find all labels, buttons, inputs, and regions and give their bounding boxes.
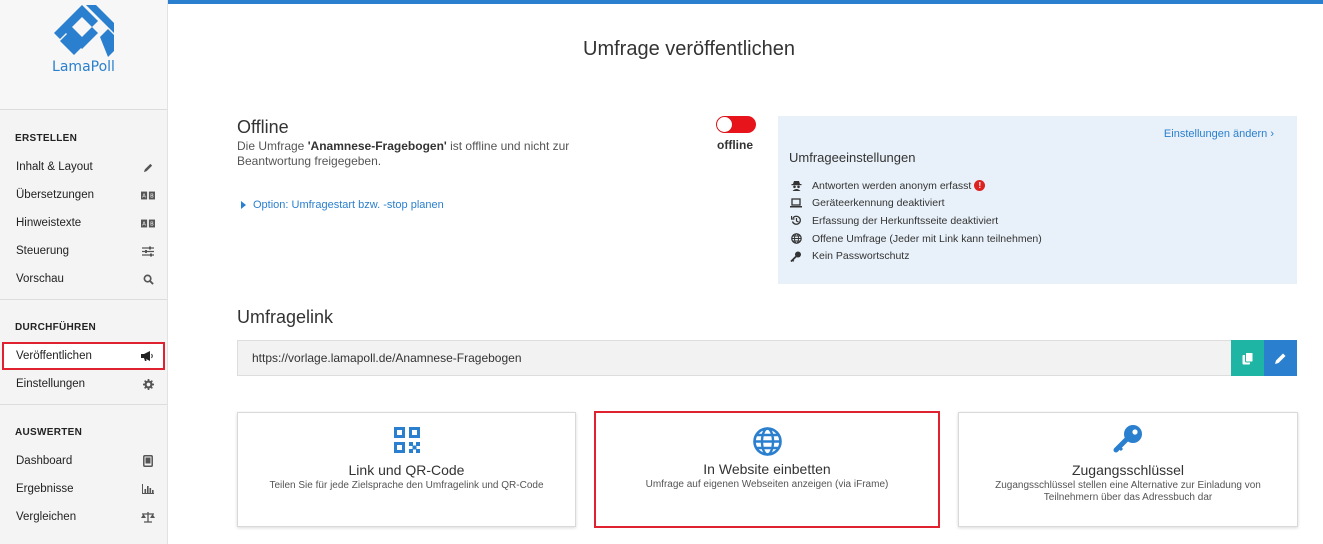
qr-code-icon: [393, 427, 420, 453]
logo-text: LamaPoll: [52, 59, 115, 75]
warning-icon: !: [974, 180, 986, 192]
tablet-icon: [141, 454, 155, 468]
pencil-icon: [1275, 353, 1286, 364]
status-description: Die Umfrage 'Anamnese-Fragebogen' ist of…: [237, 139, 617, 169]
sidebar-item-steuerung[interactable]: Steuerung: [0, 237, 167, 265]
survey-settings-panel: Einstellungen ändern › Umfrageeinstellun…: [778, 116, 1297, 284]
sidebar-item-label: Vergleichen: [16, 511, 77, 523]
change-settings-link[interactable]: Einstellungen ändern ›: [1164, 128, 1274, 140]
history-icon: [789, 215, 803, 226]
copy-link-button[interactable]: [1231, 340, 1264, 376]
page-title: Umfrage veröffentlichen: [168, 38, 1323, 61]
card-link-qr-code[interactable]: Link und QR-Code Teilen Sie für jede Zie…: [237, 412, 576, 527]
section-title-auswerten: AUSWERTEN: [15, 427, 83, 438]
card-subtitle: Zugangsschlüssel stellen eine Alternativ…: [995, 480, 1261, 503]
settings-item: Offene Umfrage (Jeder mit Link kann teil…: [789, 230, 1042, 248]
key-icon: [1113, 425, 1142, 453]
sidebar-item-label: Inhalt & Layout: [16, 161, 93, 173]
card-title: Zugangsschlüssel: [1071, 462, 1185, 478]
card-access-keys[interactable]: Zugangsschlüssel Zugangsschlüssel stelle…: [958, 412, 1298, 527]
search-icon: [141, 272, 155, 286]
logo[interactable]: LamaPoll: [0, 0, 167, 110]
sidebar-item-label: Übersetzungen: [16, 189, 94, 201]
copy-icon: [1242, 351, 1253, 364]
scale-icon: [141, 510, 155, 524]
sidebar-item-dashboard[interactable]: Dashboard: [0, 447, 167, 475]
section-title-erstellen: ERSTELLEN: [15, 133, 78, 144]
edit-link-button[interactable]: [1264, 340, 1297, 376]
svg-text:A: A: [142, 221, 146, 227]
sidebar-item-vergleichen[interactable]: Vergleichen: [0, 503, 167, 531]
settings-item: Erfassung der Herkunftsseite deaktiviert: [789, 212, 1042, 230]
sidebar-item-label: Ergebnisse: [16, 483, 74, 495]
settings-item-label: Kein Passwortschutz: [812, 250, 910, 263]
sidebar-item-label: Vorschau: [16, 273, 64, 285]
globe-icon: [752, 427, 782, 456]
megaphone-icon: [139, 349, 153, 363]
sidebar-item-label: Steuerung: [16, 245, 70, 257]
translate-icon: AB: [141, 188, 155, 202]
settings-list: Antworten werden anonym erfasst ! Geräte…: [789, 177, 1042, 265]
pencil-icon: [141, 160, 155, 174]
sidebar-item-vorschau[interactable]: Vorschau: [0, 265, 167, 293]
settings-item: Geräteerkennung deaktiviert: [789, 195, 1042, 213]
sidebar: LamaPoll ERSTELLEN Inhalt & Layout Übers…: [0, 0, 168, 544]
survey-name: 'Anamnese-Fragebogen': [307, 139, 447, 153]
card-title: Link und QR-Code: [348, 462, 465, 478]
top-accent-bar: [168, 0, 1323, 4]
status-heading: Offline: [237, 117, 289, 137]
svg-text:B: B: [150, 193, 154, 199]
key-icon: [789, 251, 803, 262]
caret-right-icon: [241, 201, 246, 209]
toggle-label: offline: [717, 138, 753, 152]
lamapoll-logo-icon: [53, 5, 114, 57]
settings-item-label: Offene Umfrage (Jeder mit Link kann teil…: [812, 232, 1042, 245]
sliders-icon: [141, 244, 155, 258]
page-title-text: Umfrage veröffentlichen: [583, 38, 795, 60]
sidebar-item-label: Veröffentlichen: [16, 350, 92, 362]
status-desc-prefix: Die Umfrage: [237, 139, 308, 153]
schedule-option-link[interactable]: Option: Umfragestart bzw. -stop planen: [241, 199, 444, 211]
sidebar-item-veroeffentlichen[interactable]: Veröffentlichen: [2, 342, 165, 370]
spy-icon: [789, 180, 803, 192]
survey-link-heading: Umfragelink: [237, 307, 334, 327]
card-embed-website[interactable]: In Website einbetten Umfrage auf eigenen…: [594, 411, 940, 528]
settings-item-label: Geräteerkennung deaktiviert: [812, 197, 945, 210]
sidebar-item-uebersetzungen[interactable]: Übersetzungen AB: [0, 181, 167, 209]
schedule-option-label: Option: Umfragestart bzw. -stop planen: [253, 199, 444, 211]
sidebar-item-ergebnisse[interactable]: Ergebnisse: [0, 475, 167, 503]
gear-icon: [141, 377, 155, 391]
bar-chart-icon: [141, 482, 155, 496]
settings-title: Umfrageeinstellungen: [789, 150, 916, 165]
translate-icon: AB: [141, 216, 155, 230]
section-title-durchfuehren: DURCHFÜHREN: [15, 322, 97, 333]
settings-item: Antworten werden anonym erfasst !: [789, 177, 1042, 195]
card-title: In Website einbetten: [703, 461, 831, 477]
sidebar-item-einstellungen[interactable]: Einstellungen: [0, 370, 167, 398]
card-subtitle: Umfrage auf eigenen Webseiten anzeigen (…: [645, 479, 889, 490]
sidebar-item-inhalt-layout[interactable]: Inhalt & Layout: [0, 153, 167, 181]
laptop-icon: [789, 198, 803, 208]
globe-icon: [789, 233, 803, 244]
online-toggle[interactable]: [716, 116, 756, 133]
survey-link-field[interactable]: https://vorlage.lamapoll.de/Anamnese-Fra…: [237, 340, 1231, 376]
sidebar-item-label: Einstellungen: [16, 378, 86, 390]
card-subtitle: Teilen Sie für jede Zielsprache den Umfr…: [269, 480, 544, 491]
sidebar-item-label: Dashboard: [16, 455, 73, 467]
svg-text:B: B: [150, 221, 154, 227]
settings-item: Kein Passwortschutz: [789, 247, 1042, 265]
settings-item-label: Erfassung der Herkunftsseite deaktiviert: [812, 214, 999, 227]
toggle-knob: [717, 117, 732, 132]
sidebar-item-label: Hinweistexte: [16, 217, 82, 229]
sidebar-item-hinweistexte[interactable]: Hinweistexte AB: [0, 209, 167, 237]
svg-text:A: A: [142, 193, 146, 199]
settings-item-label: Antworten werden anonym erfasst: [812, 179, 972, 192]
